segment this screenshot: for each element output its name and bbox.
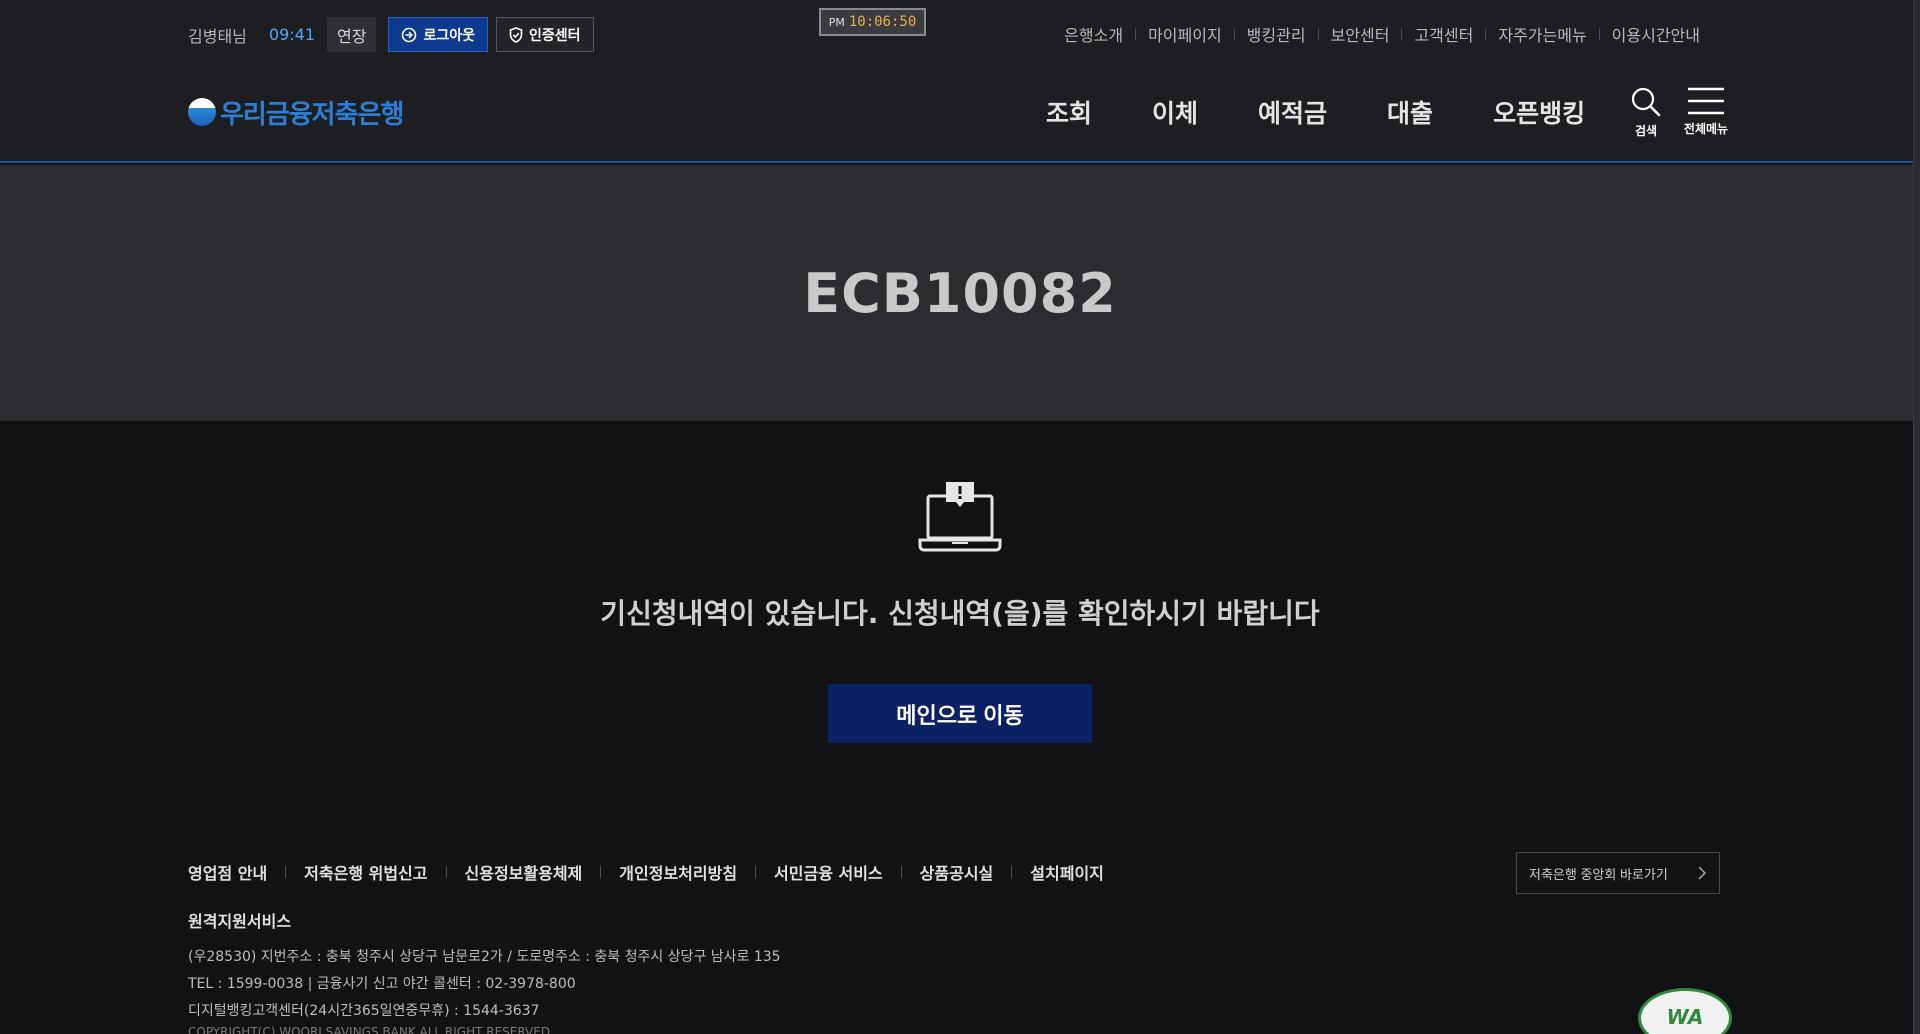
login-arrow-icon bbox=[402, 27, 417, 42]
error-code: ECB10082 bbox=[803, 261, 1117, 325]
chevron-right-icon bbox=[1698, 866, 1707, 880]
logout-button[interactable]: 로그아웃 bbox=[388, 17, 488, 52]
footer-link-privacy[interactable]: 개인정보처리방침 bbox=[619, 860, 737, 884]
footer-link-branch[interactable]: 영업점 안내 bbox=[188, 860, 267, 884]
footer-link-report[interactable]: 저축은행 위법신고 bbox=[304, 860, 427, 884]
footer-link-remote-support[interactable]: 원격지원서비스 bbox=[188, 908, 291, 932]
search-button[interactable]: 검색 bbox=[1626, 86, 1666, 142]
util-link-security-center[interactable]: 보안센터 bbox=[1319, 22, 1402, 46]
footer-link-microfinance[interactable]: 서민금융 서비스 bbox=[774, 860, 883, 884]
cert-center-button[interactable]: 인증센터 bbox=[495, 17, 594, 52]
bank-logo[interactable]: 우리금융저축은행 bbox=[188, 94, 404, 130]
user-name: 김병태님 bbox=[188, 26, 247, 46]
all-menu-label: 전체메뉴 bbox=[1683, 122, 1729, 136]
clock-ampm: PM bbox=[828, 15, 845, 29]
tel-line: TEL : 1599-0038 | 금융사기 신고 야간 콜센터 : 02-39… bbox=[188, 976, 576, 992]
nav-item-inquiry[interactable]: 조회 bbox=[1016, 94, 1122, 130]
hamburger-menu-icon bbox=[1688, 87, 1724, 115]
divider bbox=[600, 866, 602, 878]
session-bar: 김병태님 09:41 연장 로그아웃 인증센터 bbox=[188, 17, 594, 52]
footer-link-credit-info[interactable]: 신용정보활용체제 bbox=[465, 860, 583, 884]
divider bbox=[1011, 866, 1013, 878]
site-footer: 영업점 안내 저축은행 위법신고 신용정보활용체제 개인정보처리방침 서민금융 … bbox=[0, 816, 1920, 1034]
cert-center-label: 인증센터 bbox=[528, 26, 581, 43]
util-link-favorite-menu[interactable]: 자주가는메뉴 bbox=[1486, 22, 1598, 46]
copyright: COPYRIGHT(C) WOORI SAVINGS BANK ALL RIGH… bbox=[188, 1025, 551, 1034]
address-line: (우28530) 지번주소 : 충북 청주시 상당구 남문로2가 / 도로명주소… bbox=[188, 949, 781, 965]
util-link-banking-manage[interactable]: 뱅킹관리 bbox=[1235, 22, 1318, 46]
session-extend-button[interactable]: 연장 bbox=[327, 17, 377, 52]
util-link-bank-intro[interactable]: 은행소개 bbox=[1052, 22, 1135, 46]
logout-label: 로그아웃 bbox=[423, 26, 475, 43]
logo-text: 우리금융저축은행 bbox=[220, 99, 404, 130]
logo-mark-icon bbox=[188, 98, 216, 126]
federation-link-button[interactable]: 저축은행 중앙회 바로가기 bbox=[1516, 852, 1720, 894]
divider bbox=[445, 866, 447, 878]
nav-item-deposit[interactable]: 예적금 bbox=[1228, 94, 1357, 130]
all-menu-button[interactable]: 전체메뉴 bbox=[1678, 86, 1734, 142]
util-link-service-hours[interactable]: 이용시간안내 bbox=[1600, 22, 1712, 46]
clock-time: 10:06:50 bbox=[848, 14, 917, 30]
util-link-customer-center[interactable]: 고객센터 bbox=[1402, 22, 1485, 46]
footer-link-install[interactable]: 설치페이지 bbox=[1030, 860, 1104, 884]
footer-nav: 영업점 안내 저축은행 위법신고 신용정보활용체제 개인정보처리방침 서민금융 … bbox=[188, 860, 1138, 932]
site-header: 김병태님 09:41 연장 로그아웃 인증센터 PM 10:06:50 은행소개… bbox=[0, 0, 1920, 163]
shield-check-icon bbox=[509, 26, 523, 43]
laptop-alert-icon bbox=[918, 482, 1002, 552]
search-label: 검색 bbox=[1634, 124, 1658, 138]
digital-center-line: 디지털뱅킹고객센터(24시간365일연중무휴) : 1544-3637 bbox=[188, 1003, 540, 1019]
current-time-clock: PM 10:06:50 bbox=[819, 8, 926, 36]
nav-item-transfer[interactable]: 이체 bbox=[1122, 94, 1228, 130]
error-message: 기신청내역이 있습니다. 신청내역(을)를 확인하시기 바랍니다 bbox=[600, 597, 1320, 630]
main-nav: 조회 이체 예적금 대출 오픈뱅킹 bbox=[1016, 92, 1615, 132]
search-icon bbox=[1631, 87, 1661, 117]
go-main-button[interactable]: 메인으로 이동 bbox=[828, 684, 1092, 743]
wa-certification-icon: WA bbox=[1638, 988, 1732, 1034]
divider bbox=[755, 866, 757, 878]
error-title-band: ECB10082 bbox=[0, 165, 1920, 421]
nav-item-loan[interactable]: 대출 bbox=[1357, 94, 1463, 130]
wa-mark-text: WA bbox=[1666, 1005, 1704, 1029]
util-link-mypage[interactable]: 마이페이지 bbox=[1136, 22, 1234, 46]
page: 김병태님 09:41 연장 로그아웃 인증센터 PM 10:06:50 은행소개… bbox=[0, 0, 1920, 1034]
utility-nav: 은행소개 마이페이지 뱅킹관리 보안센터 고객센터 자주가는메뉴 이용시간안내 bbox=[1052, 22, 1712, 46]
page-scrollbar[interactable] bbox=[1913, 0, 1920, 1034]
footer-address: (우28530) 지번주소 : 충북 청주시 상당구 남문로2가 / 도로명주소… bbox=[188, 944, 781, 1025]
footer-link-product-notice[interactable]: 상품공시실 bbox=[920, 860, 994, 884]
session-timer: 09:41 bbox=[268, 25, 315, 44]
federation-link-label: 저축은행 중앙회 바로가기 bbox=[1529, 866, 1668, 882]
divider bbox=[900, 866, 902, 878]
nav-item-open-banking[interactable]: 오픈뱅킹 bbox=[1463, 94, 1615, 130]
divider bbox=[285, 866, 287, 878]
